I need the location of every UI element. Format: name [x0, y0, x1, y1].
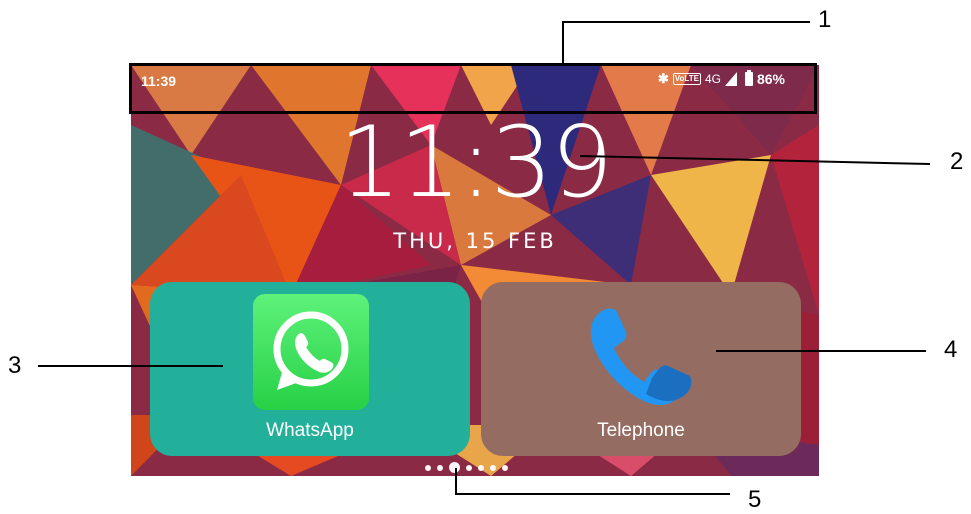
callout-line-5 [455, 468, 457, 494]
page-dot [478, 464, 484, 471]
callout-line-4 [716, 350, 926, 352]
page-dot [490, 464, 496, 471]
page-dot [425, 464, 431, 471]
page-dot [466, 464, 472, 471]
page-dot [437, 464, 443, 471]
callout-line-1 [562, 21, 564, 65]
callout-2: 2 [950, 148, 964, 175]
lockscreen-date: THU, 15 FEB [393, 229, 557, 253]
whatsapp-tile[interactable]: WhatsApp [150, 282, 470, 456]
callout-line-3 [38, 365, 223, 367]
callout-1: 1 [818, 6, 832, 33]
callout-3: 3 [8, 352, 22, 379]
callout-4: 4 [944, 336, 958, 363]
page-dot [502, 464, 508, 471]
callout-line-2 [580, 155, 931, 165]
telephone-label: Telephone [597, 420, 685, 441]
whatsapp-label: WhatsApp [266, 420, 354, 441]
device-screen: 11:39 ✱ VoLTE 4G 86% 11:39 THU, 15 FEB W… [131, 65, 819, 476]
callout-line-1b [562, 21, 810, 23]
page-indicator[interactable] [425, 462, 508, 473]
phone-icon [590, 308, 692, 405]
callout-5: 5 [748, 486, 762, 513]
whatsapp-icon [253, 294, 369, 410]
status-bar-highlight [129, 63, 817, 114]
callout-line-5b [455, 493, 730, 495]
telephone-tile[interactable]: Telephone [481, 282, 801, 456]
